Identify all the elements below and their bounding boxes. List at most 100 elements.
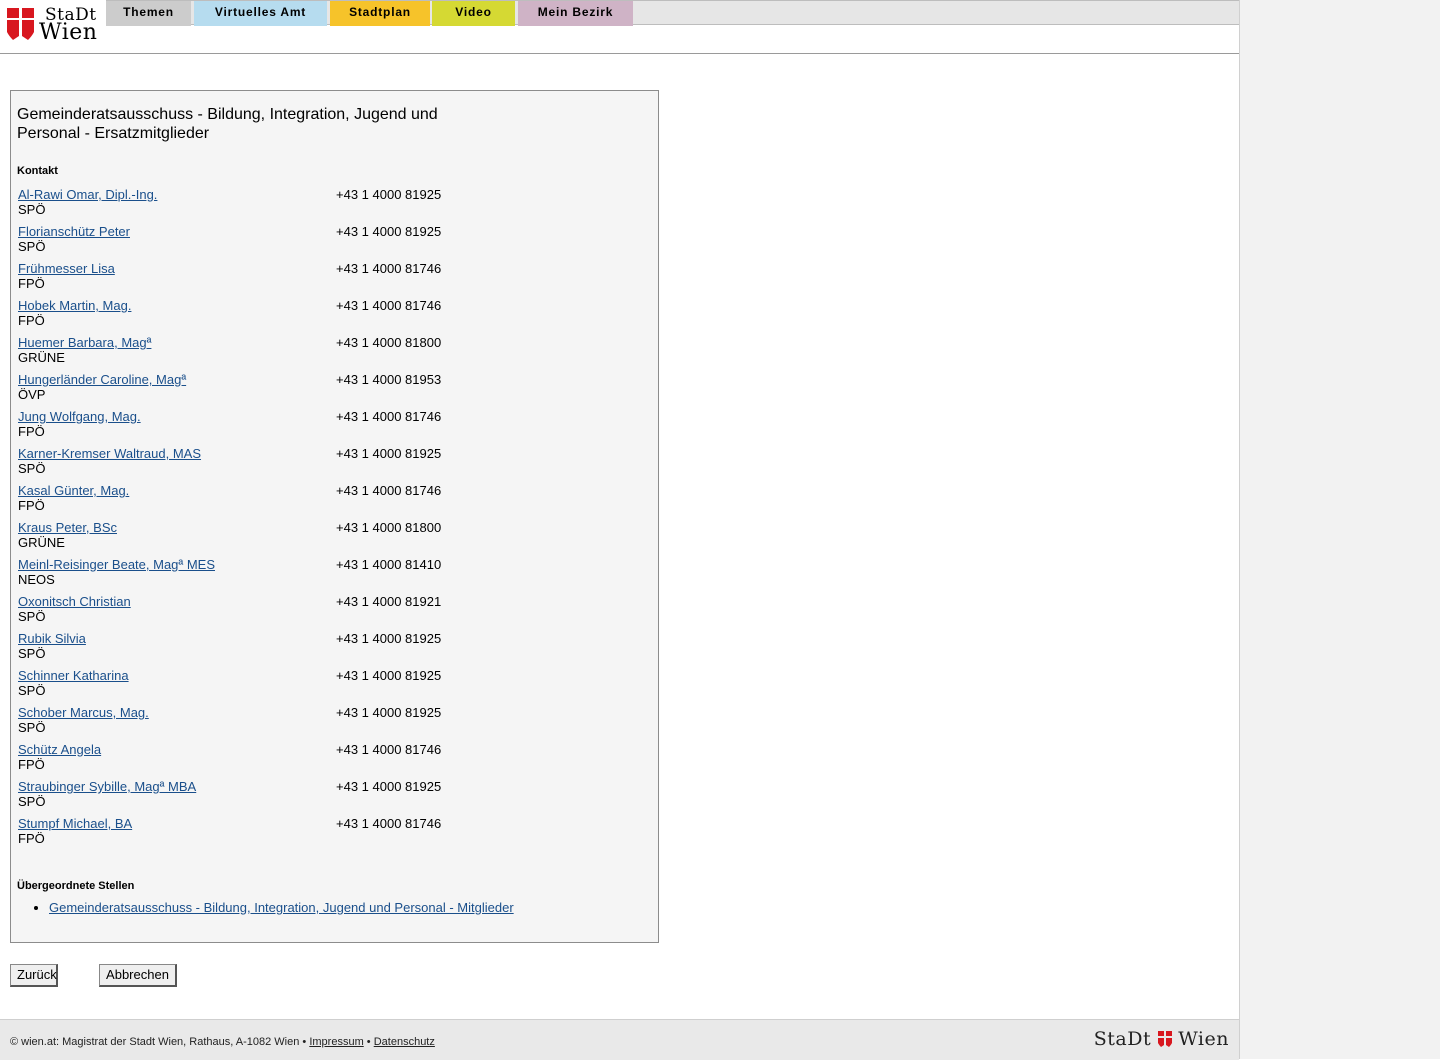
contact-list: Al-Rawi Omar, Dipl.-Ing. +43 1 4000 81925… xyxy=(18,187,618,853)
contact-row: Frühmesser Lisa +43 1 4000 81746 FPÖ xyxy=(18,261,618,298)
page: StaDt Wien Themen Virtuelles Amt Stadtpl… xyxy=(0,0,1240,1060)
contact-row: Schinner Katharina +43 1 4000 81925 SPÖ xyxy=(18,668,618,705)
contact-party: SPÖ xyxy=(18,683,46,698)
contact-phone: +43 1 4000 81925 xyxy=(336,705,442,720)
contact-party: SPÖ xyxy=(18,239,46,254)
contact-row: Kasal Günter, Mag. +43 1 4000 81746 FPÖ xyxy=(18,483,618,520)
contact-row: Schober Marcus, Mag. +43 1 4000 81925 SPÖ xyxy=(18,705,618,742)
page-title: Gemeinderatsausschuss - Bildung, Integra… xyxy=(17,106,438,142)
contact-party: SPÖ xyxy=(18,609,46,624)
contact-phone: +43 1 4000 81746 xyxy=(336,483,442,498)
contact-phone: +43 1 4000 81746 xyxy=(336,409,442,424)
parent-list: Gemeinderatsausschuss - Bildung, Integra… xyxy=(25,900,514,915)
footer-logo[interactable]: StaDt Wien xyxy=(1094,1028,1229,1050)
contact-name-link[interactable]: Kraus Peter, BSc xyxy=(18,520,117,535)
footer-text: © wien.at: Magistrat der Stadt Wien, Rat… xyxy=(10,1036,435,1048)
contact-party: GRÜNE xyxy=(18,350,65,365)
contact-row: Karner-Kremser Waltraud, MAS +43 1 4000 8… xyxy=(18,446,618,483)
content-box: Gemeinderatsausschuss - Bildung, Integra… xyxy=(10,90,659,943)
list-item: Gemeinderatsausschuss - Bildung, Integra… xyxy=(49,900,514,915)
contact-row: Hobek Martin, Mag. +43 1 4000 81746 FPÖ xyxy=(18,298,618,335)
contact-row: Hungerländer Caroline, Magª +43 1 4000 81… xyxy=(18,372,618,409)
footer-logo-left: StaDt xyxy=(1093,1028,1152,1050)
back-button[interactable]: Zurück xyxy=(10,964,58,987)
footer-logo-right: Wien xyxy=(1178,1028,1229,1050)
main-nav: Themen Virtuelles Amt Stadtplan Video Me… xyxy=(106,0,1239,26)
parent-link[interactable]: Gemeinderatsausschuss - Bildung, Integra… xyxy=(49,900,514,915)
wien-shield-icon xyxy=(1157,1031,1172,1047)
contact-phone: +43 1 4000 81953 xyxy=(336,372,442,387)
impressum-link[interactable]: Impressum xyxy=(309,1036,363,1048)
contact-phone: +43 1 4000 81746 xyxy=(336,742,442,757)
contact-name-link[interactable]: Kasal Günter, Mag. xyxy=(18,483,129,498)
contact-party: SPÖ xyxy=(18,646,46,661)
contact-party: SPÖ xyxy=(18,202,46,217)
contact-name-link[interactable]: Frühmesser Lisa xyxy=(18,261,115,276)
tab-mein-bezirk[interactable]: Mein Bezirk xyxy=(518,1,633,26)
contact-name-link[interactable]: Karner-Kremser Waltraud, MAS xyxy=(18,446,201,461)
contact-phone: +43 1 4000 81410 xyxy=(336,557,442,572)
contact-row: Huemer Barbara, Magª +43 1 4000 81800 GRÜN… xyxy=(18,335,618,372)
tab-themen[interactable]: Themen xyxy=(106,1,191,26)
contact-name-link[interactable]: Huemer Barbara, Magª xyxy=(18,335,151,350)
cancel-button[interactable]: Abbrechen xyxy=(99,964,177,987)
contact-party: FPÖ xyxy=(18,424,45,439)
contact-phone: +43 1 4000 81925 xyxy=(336,631,442,646)
contact-phone: +43 1 4000 81925 xyxy=(336,446,442,461)
contact-name-link[interactable]: Florianschütz Peter xyxy=(18,224,130,239)
contact-row: Rubik Silvia +43 1 4000 81925 SPÖ xyxy=(18,631,618,668)
contact-name-link[interactable]: Oxonitsch Christian xyxy=(18,594,131,609)
contact-row: Florianschütz Peter +43 1 4000 81925 SPÖ xyxy=(18,224,618,261)
contact-party: SPÖ xyxy=(18,461,46,476)
contact-party: ÖVP xyxy=(18,387,46,402)
contact-name-link[interactable]: Stumpf Michael, BA xyxy=(18,816,132,831)
contact-name-link[interactable]: Al-Rawi Omar, Dipl.-Ing. xyxy=(18,187,157,202)
contact-party: FPÖ xyxy=(18,313,45,328)
contact-phone: +43 1 4000 81925 xyxy=(336,224,442,239)
contact-name-link[interactable]: Straubinger Sybille, Magª MBA xyxy=(18,779,196,794)
contact-heading: Kontakt xyxy=(17,165,58,177)
contact-row: Meinl-Reisinger Beate, Magª MES +43 1 400… xyxy=(18,557,618,594)
contact-name-link[interactable]: Schober Marcus, Mag. xyxy=(18,705,149,720)
footer: © wien.at: Magistrat der Stadt Wien, Rat… xyxy=(0,1019,1239,1060)
contact-party: SPÖ xyxy=(18,720,46,735)
contact-phone: +43 1 4000 81800 xyxy=(336,520,442,535)
contact-name-link[interactable]: Meinl-Reisinger Beate, Magª MES xyxy=(18,557,215,572)
contact-phone: +43 1 4000 81746 xyxy=(336,261,442,276)
contact-phone: +43 1 4000 81925 xyxy=(336,668,442,683)
contact-party: GRÜNE xyxy=(18,535,65,550)
contact-name-link[interactable]: Schütz Angela xyxy=(18,742,101,757)
contact-name-link[interactable]: Hobek Martin, Mag. xyxy=(18,298,131,313)
right-gutter xyxy=(1240,0,1440,1059)
header: StaDt Wien Themen Virtuelles Amt Stadtpl… xyxy=(0,0,1239,54)
tab-stadtplan[interactable]: Stadtplan xyxy=(330,1,430,26)
footer-separator: • xyxy=(366,1036,371,1048)
contact-phone: +43 1 4000 81921 xyxy=(336,594,442,609)
contact-row: Schütz Angela +43 1 4000 81746 FPÖ xyxy=(18,742,618,779)
contact-phone: +43 1 4000 81746 xyxy=(336,298,442,313)
contact-phone: +43 1 4000 81925 xyxy=(336,779,442,794)
footer-copyright: © wien.at: Magistrat der Stadt Wien, Rat… xyxy=(10,1036,307,1048)
contact-name-link[interactable]: Schinner Katharina xyxy=(18,668,129,683)
contact-name-link[interactable]: Rubik Silvia xyxy=(18,631,86,646)
contact-row: Kraus Peter, BSc +43 1 4000 81800 GRÜNE xyxy=(18,520,618,557)
contact-party: SPÖ xyxy=(18,794,46,809)
logo-line-2: Wien xyxy=(39,20,98,45)
contact-row: Stumpf Michael, BA +43 1 4000 81746 FPÖ xyxy=(18,816,618,853)
contact-party: FPÖ xyxy=(18,831,45,846)
contact-row: Straubinger Sybille, Magª MBA +43 1 4000 … xyxy=(18,779,618,816)
contact-row: Jung Wolfgang, Mag. +43 1 4000 81746 FPÖ xyxy=(18,409,618,446)
contact-row: Oxonitsch Christian +43 1 4000 81921 SPÖ xyxy=(18,594,618,631)
contact-row: Al-Rawi Omar, Dipl.-Ing. +43 1 4000 81925… xyxy=(18,187,618,224)
contact-name-link[interactable]: Hungerländer Caroline, Magª xyxy=(18,372,186,387)
stadt-wien-logo[interactable]: StaDt Wien xyxy=(7,5,99,46)
tab-video[interactable]: Video xyxy=(432,1,515,26)
datenschutz-link[interactable]: Datenschutz xyxy=(374,1036,435,1048)
parent-heading: Übergeordnete Stellen xyxy=(17,880,135,892)
contact-party: FPÖ xyxy=(18,757,45,772)
contact-name-link[interactable]: Jung Wolfgang, Mag. xyxy=(18,409,141,424)
contact-phone: +43 1 4000 81925 xyxy=(336,187,442,202)
wien-shield-icon xyxy=(7,8,34,40)
contact-phone: +43 1 4000 81746 xyxy=(336,816,442,831)
tab-virtuelles-amt[interactable]: Virtuelles Amt xyxy=(194,1,327,26)
